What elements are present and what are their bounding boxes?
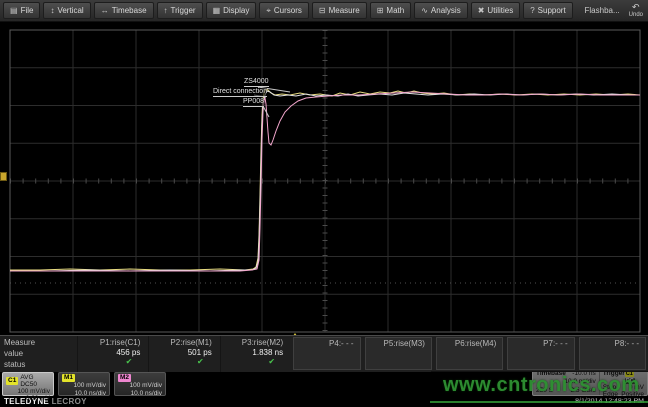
channel-box-c1[interactable]: C1 AVG DC50 100 mV/div 0.00 mV	[2, 372, 54, 396]
measure-col-p8[interactable]: P8:- - -	[579, 337, 646, 370]
annotation-zs4000: ZS4000	[244, 78, 269, 87]
undo-icon: ↶	[632, 3, 640, 12]
watermark-text: www.cntronics.com	[443, 374, 640, 397]
menu-item-analysis[interactable]: ∿Analysis	[414, 2, 468, 19]
menu-label: Utilities	[487, 6, 513, 15]
p1-header: P1:rise(C1)	[100, 338, 140, 348]
menu-item-display[interactable]: ▦Display	[206, 2, 257, 19]
watermark-underline	[430, 401, 648, 403]
menu-item-vertical[interactable]: ↕Vertical	[43, 2, 90, 19]
brand-lecroy: LECROY	[52, 397, 87, 406]
undo-label: Undo	[629, 12, 643, 18]
menu-bar: ▤File ↕Vertical ↔Timebase ↑Trigger ▦Disp…	[0, 0, 648, 22]
menu-item-support[interactable]: ? Support	[523, 2, 572, 19]
p3-status-check-icon: ✔	[268, 358, 283, 367]
menu-label: Analysis	[431, 6, 461, 15]
menu-label: Math	[386, 6, 404, 15]
menu-item-measure[interactable]: ⊟Measure	[312, 2, 367, 19]
m2-tag: M2	[118, 374, 131, 382]
menu-item-trigger[interactable]: ↑Trigger	[157, 2, 203, 19]
p6-header: P6:rise(M4)	[455, 339, 496, 349]
measure-col-p5[interactable]: P5:rise(M3)	[365, 337, 432, 370]
measure-row-labels: Measure value status	[0, 336, 77, 372]
analysis-icon: ∿	[421, 6, 428, 15]
support-icon: ?	[530, 6, 534, 15]
measure-panel: Measure value status P1:rise(C1) 456 ps …	[0, 335, 648, 372]
annotation-direct-connection: Direct connection	[213, 88, 267, 97]
vertical-icon: ↕	[50, 6, 54, 15]
timebase-icon: ↔	[101, 6, 109, 15]
trigger-icon: ↑	[164, 6, 168, 15]
flashback-button[interactable]: Flashba...	[585, 6, 620, 15]
measure-icon: ⊟	[319, 6, 326, 15]
measure-col-p6[interactable]: P6:rise(M4)	[436, 337, 503, 370]
graticule	[10, 30, 640, 332]
measure-col-p7[interactable]: P7:- - -	[507, 337, 574, 370]
p8-header: P8:- - -	[615, 339, 639, 349]
c1-vdiv: 100 mV/div	[6, 388, 50, 395]
p2-header: P2:rise(M1)	[170, 338, 211, 348]
status-label: status	[4, 360, 77, 370]
c1-offset: 0.00 mV	[6, 395, 50, 402]
measure-col-p2[interactable]: P2:rise(M1) 501 ps ✔	[148, 336, 219, 372]
file-icon: ▤	[10, 6, 18, 15]
display-icon: ▦	[213, 6, 221, 15]
menu-label: Display	[223, 6, 249, 15]
measure-label: Measure	[4, 338, 77, 348]
menu-label: Timebase	[112, 6, 147, 15]
p4-header: P4:- - -	[329, 339, 353, 349]
p1-status-check-icon: ✔	[126, 358, 141, 367]
menu-label: Vertical	[57, 6, 83, 15]
menu-item-math[interactable]: ⊞Math	[370, 2, 412, 19]
c1-mode: AVG DC50	[20, 374, 50, 388]
menu-item-timebase[interactable]: ↔Timebase	[94, 2, 154, 19]
m1-tag: M1	[62, 374, 75, 382]
undo-button[interactable]: ↶ Undo	[629, 3, 643, 18]
math-icon: ⊞	[377, 6, 384, 15]
m1-vdiv: 100 mV/div	[62, 382, 106, 389]
menu-item-cursors[interactable]: ⌖Cursors	[259, 2, 309, 19]
menu-label: Trigger	[171, 6, 196, 15]
p3-header: P3:rise(M2)	[242, 338, 283, 348]
measure-col-p4[interactable]: P4:- - -	[293, 337, 360, 370]
p5-header: P5:rise(M3)	[384, 339, 425, 349]
measure-col-p3[interactable]: P3:rise(M2) 1.838 ns ✔	[220, 336, 291, 372]
c1-zero-level-marker[interactable]	[0, 172, 7, 181]
c1-tag: C1	[6, 377, 18, 385]
channel-box-m2[interactable]: M2 100 mV/div 10.0 ns/div	[114, 372, 166, 396]
menu-label: File	[21, 6, 34, 15]
annotation-pp008: PP008	[243, 98, 264, 107]
channel-box-m1[interactable]: M1 100 mV/div 10.0 ns/div	[58, 372, 110, 396]
oscilloscope-screen: ZS4000 Direct connection PP008 ▤File ↕Ve…	[0, 0, 648, 407]
m2-vdiv: 100 mV/div	[118, 382, 162, 389]
menu-label: Cursors	[274, 6, 302, 15]
utilities-icon: ✖	[478, 6, 485, 15]
menu-label: Measure	[329, 6, 360, 15]
menu-label: Support	[538, 6, 566, 15]
menu-item-utilities[interactable]: ✖Utilities	[471, 2, 520, 19]
menu-item-file[interactable]: ▤File	[3, 2, 40, 19]
p2-status-check-icon: ✔	[197, 358, 212, 367]
cursors-icon: ⌖	[266, 6, 271, 16]
value-label: value	[4, 349, 77, 359]
p7-header: P7:- - -	[543, 339, 567, 349]
m1-tdiv: 10.0 ns/div	[62, 390, 106, 397]
m2-tdiv: 10.0 ns/div	[118, 390, 162, 397]
measure-col-p1[interactable]: P1:rise(C1) 456 ps ✔	[77, 336, 148, 372]
